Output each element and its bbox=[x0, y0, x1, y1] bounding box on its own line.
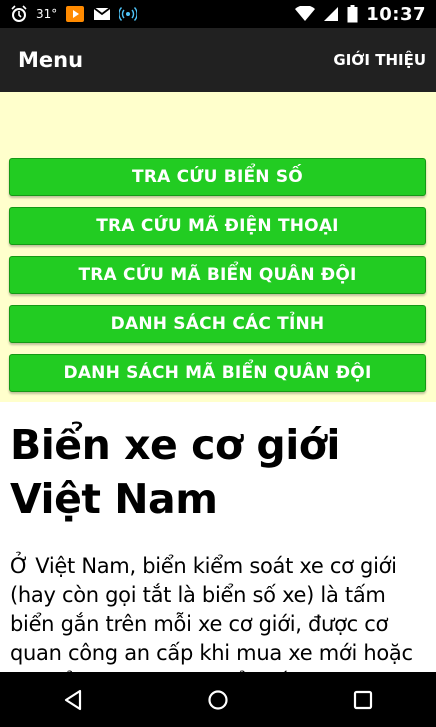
about-button[interactable]: GIỚI THIỆU bbox=[333, 51, 436, 69]
recents-icon bbox=[353, 690, 373, 710]
battery-icon bbox=[347, 5, 358, 23]
wifi-icon bbox=[295, 6, 316, 22]
temperature-text: 31° bbox=[36, 7, 58, 21]
status-bar: 31° 10:37 bbox=[0, 0, 436, 28]
app-bar: Menu GIỚI THIỆU bbox=[0, 28, 436, 92]
media-icon bbox=[65, 5, 85, 23]
article-content[interactable]: Biển xe cơ giới Việt Nam Ở Việt Nam, biể… bbox=[0, 402, 436, 672]
clock-text: 10:37 bbox=[366, 3, 426, 25]
home-button[interactable] bbox=[188, 672, 248, 727]
back-icon bbox=[63, 689, 83, 711]
province-list-button[interactable]: DANH SÁCH CÁC TỈNH bbox=[9, 305, 426, 343]
lookup-military-plate-button[interactable]: TRA CỨU MÃ BIỂN QUÂN ĐỘI bbox=[9, 256, 426, 294]
lookup-phone-code-button[interactable]: TRA CỨU MÃ ĐIỆN THOẠI bbox=[9, 207, 426, 245]
navigation-bar bbox=[0, 672, 436, 727]
article-body: Ở Việt Nam, biển kiểm soát xe cơ giới (h… bbox=[10, 554, 413, 672]
signal-icon bbox=[323, 6, 339, 22]
status-bar-right: 10:37 bbox=[295, 4, 436, 25]
lookup-plate-button[interactable]: TRA CỨU BIỂN SỐ bbox=[9, 158, 426, 196]
alarm-icon bbox=[10, 5, 28, 23]
network-icon bbox=[119, 5, 138, 23]
home-icon bbox=[207, 689, 229, 711]
status-bar-left: 31° bbox=[0, 5, 138, 23]
app-title: Menu bbox=[18, 48, 84, 72]
article-title: Biển xe cơ giới Việt Nam bbox=[10, 421, 340, 523]
recents-button[interactable] bbox=[333, 672, 393, 727]
button-panel: TRA CỨU BIỂN SỐ TRA CỨU MÃ ĐIỆN THOẠI TR… bbox=[0, 92, 436, 402]
back-button[interactable] bbox=[43, 672, 103, 727]
military-plate-list-button[interactable]: DANH SÁCH MÃ BIỂN QUÂN ĐỘI bbox=[9, 354, 426, 392]
gmail-icon bbox=[93, 7, 111, 21]
